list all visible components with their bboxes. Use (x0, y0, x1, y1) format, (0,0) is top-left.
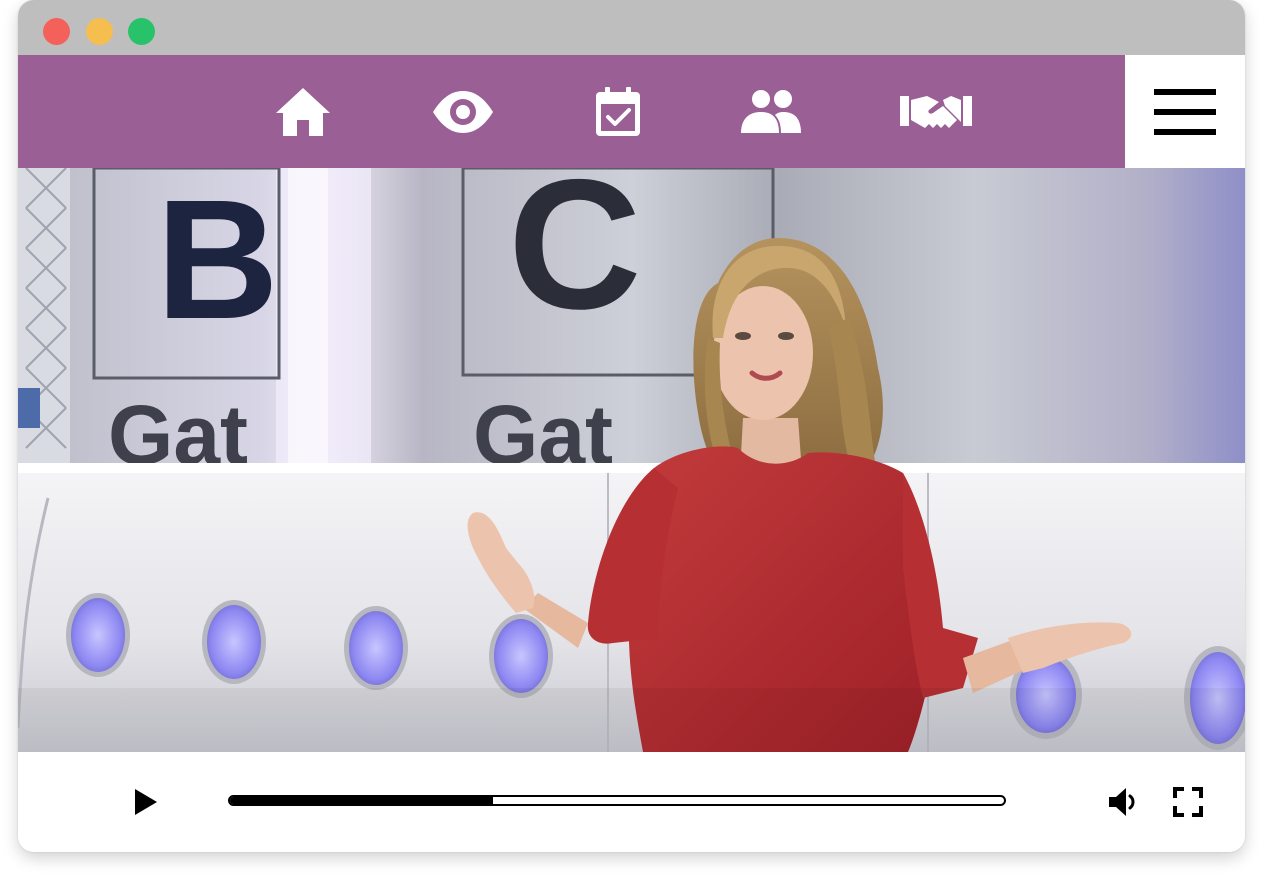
users-icon (741, 90, 801, 133)
home-icon (276, 88, 330, 136)
fullscreen-button[interactable] (1168, 782, 1208, 822)
nav-partners-button[interactable] (898, 77, 974, 147)
backdrop-letter-b: B (156, 168, 279, 355)
fullscreen-icon (1173, 787, 1203, 817)
maximize-window-button[interactable] (128, 18, 155, 45)
eye-icon (433, 91, 493, 133)
top-navigation-bar (18, 55, 1125, 168)
title-bar (18, 0, 1245, 55)
volume-icon (1109, 788, 1135, 816)
handshake-icon (900, 96, 972, 128)
video-progress-bar[interactable] (228, 795, 1006, 806)
nav-view-button[interactable] (430, 77, 496, 147)
hamburger-menu-button[interactable] (1125, 55, 1245, 168)
calendar-check-icon (596, 87, 640, 136)
video-progress-fill (230, 797, 494, 804)
video-controls-bar (18, 752, 1245, 852)
backdrop-letter-c: C (508, 168, 642, 348)
close-window-button[interactable] (43, 18, 70, 45)
nav-calendar-button[interactable] (593, 77, 643, 147)
browser-window: B Gat C Gat (18, 0, 1245, 852)
video-still: B Gat C Gat (18, 168, 1245, 752)
nav-home-button[interactable] (273, 77, 333, 147)
nav-community-button[interactable] (738, 77, 804, 147)
play-button[interactable] (126, 784, 166, 820)
minimize-window-button[interactable] (86, 18, 113, 45)
hamburger-menu-icon (1154, 88, 1216, 135)
play-icon (135, 789, 157, 815)
video-frame[interactable]: B Gat C Gat (18, 168, 1245, 752)
volume-button[interactable] (1103, 782, 1143, 822)
